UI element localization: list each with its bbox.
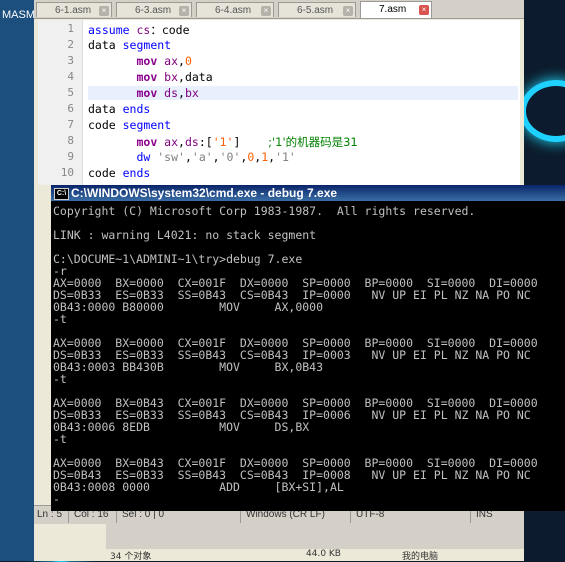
code-line[interactable]: code ends [88,166,150,180]
desktop-glow-ring [520,80,565,142]
code-line[interactable]: data segment [88,38,171,52]
line-number: 8 [67,134,74,147]
line-number: 6 [67,102,74,115]
code-line[interactable]: assume cs：code [88,22,190,38]
tab-bar: 6-1.asm × 6-3.asm × 6-4.asm × 6-5.asm × … [34,0,524,19]
close-icon[interactable]: × [179,6,189,16]
tab-6-4[interactable]: 6-4.asm × [196,2,274,17]
code-line[interactable]: dw 'sw','a','0',0,1,'1' [88,150,295,164]
console-line: LINK : warning L4021: no stack segment [53,228,317,242]
line-number-gutter: 1 2 3 4 5 6 7 8 9 10 [38,20,83,185]
close-icon[interactable]: × [419,5,429,15]
tab-6-5[interactable]: 6-5.asm × [278,2,356,17]
close-icon[interactable]: × [343,6,353,16]
close-icon[interactable]: × [99,6,109,16]
tab-label: 6-4.asm [215,5,252,16]
code-line[interactable]: mov ds,bx [88,86,518,100]
console-line: -t [53,432,67,446]
code-line[interactable]: data ends [88,102,150,116]
console-line: 0B43:0003 BB430B MOV BX,0B43 [53,360,324,374]
code-editor[interactable]: 1 2 3 4 5 6 7 8 9 10 assume cs：code data segment m… [38,20,520,185]
background-window-label: MASM [2,9,35,21]
console-line: Copyright (C) Microsoft Corp 1983-1987. … [53,204,476,218]
explorer-size: 44.0 KB [306,549,341,559]
line-number: 2 [67,38,74,51]
cmd-title-bar[interactable]: C:\ C:\WINDOWS\system32\cmd.exe - debug … [51,185,565,201]
explorer-object-count: 34 个对象 [110,552,152,562]
code-line[interactable]: mov ax,0 [88,54,191,68]
explorer-status-row: 34 个对象 44.0 KB 我的电脑 [106,549,524,562]
cmd-window[interactable]: C:\ C:\WINDOWS\system32\cmd.exe - debug … [51,185,565,511]
code-line[interactable]: mov bx,data [88,70,212,84]
explorer-status-window: 34 个对象 44.0 KB 我的电脑 [106,523,524,562]
line-number: 3 [67,54,74,67]
console-line: 0B43:0008 0000 ADD [BX+SI],AL [53,480,344,494]
tab-label: 6-5.asm [297,5,334,16]
line-number: 9 [67,150,74,163]
tab-label: 7.asm [379,4,407,15]
console-line: -t [53,312,67,326]
background-window-strip[interactable]: MASM [0,0,35,561]
tab-label: 6-3.asm [135,5,172,16]
code-line[interactable]: mov ax,ds:['1'] ;'1'的机器码是31 [88,134,357,150]
line-number: 10 [60,166,74,179]
code-line[interactable]: code segment [88,118,171,132]
line-number: 7 [67,118,74,131]
close-icon[interactable]: × [261,6,271,16]
console-line: -t [53,372,67,386]
tab-6-3[interactable]: 6-3.asm × [116,2,192,17]
line-number: 4 [67,70,74,83]
console-line: 0B43:0006 8EDB MOV DS,BX [53,420,310,434]
line-number: 1 [67,22,74,35]
line-number: 5 [67,86,74,99]
cmd-icon: C:\ [54,188,69,200]
console-line: 0B43:0000 B80000 MOV AX,0000 [53,300,324,314]
explorer-location: 我的电脑 [402,552,439,562]
tab-7[interactable]: 7.asm × [360,1,432,18]
cmd-title: C:\WINDOWS\system32\cmd.exe - debug 7.ex… [71,186,338,200]
console-output[interactable]: Copyright (C) Microsoft Corp 1983-1987. … [51,201,565,511]
tab-6-1[interactable]: 6-1.asm × [36,2,112,17]
console-line: - [53,492,60,506]
console-line: C:\DOCUME~1\ADMINI~1\try>debug 7.exe [53,252,303,266]
tab-label: 6-1.asm [55,5,92,16]
